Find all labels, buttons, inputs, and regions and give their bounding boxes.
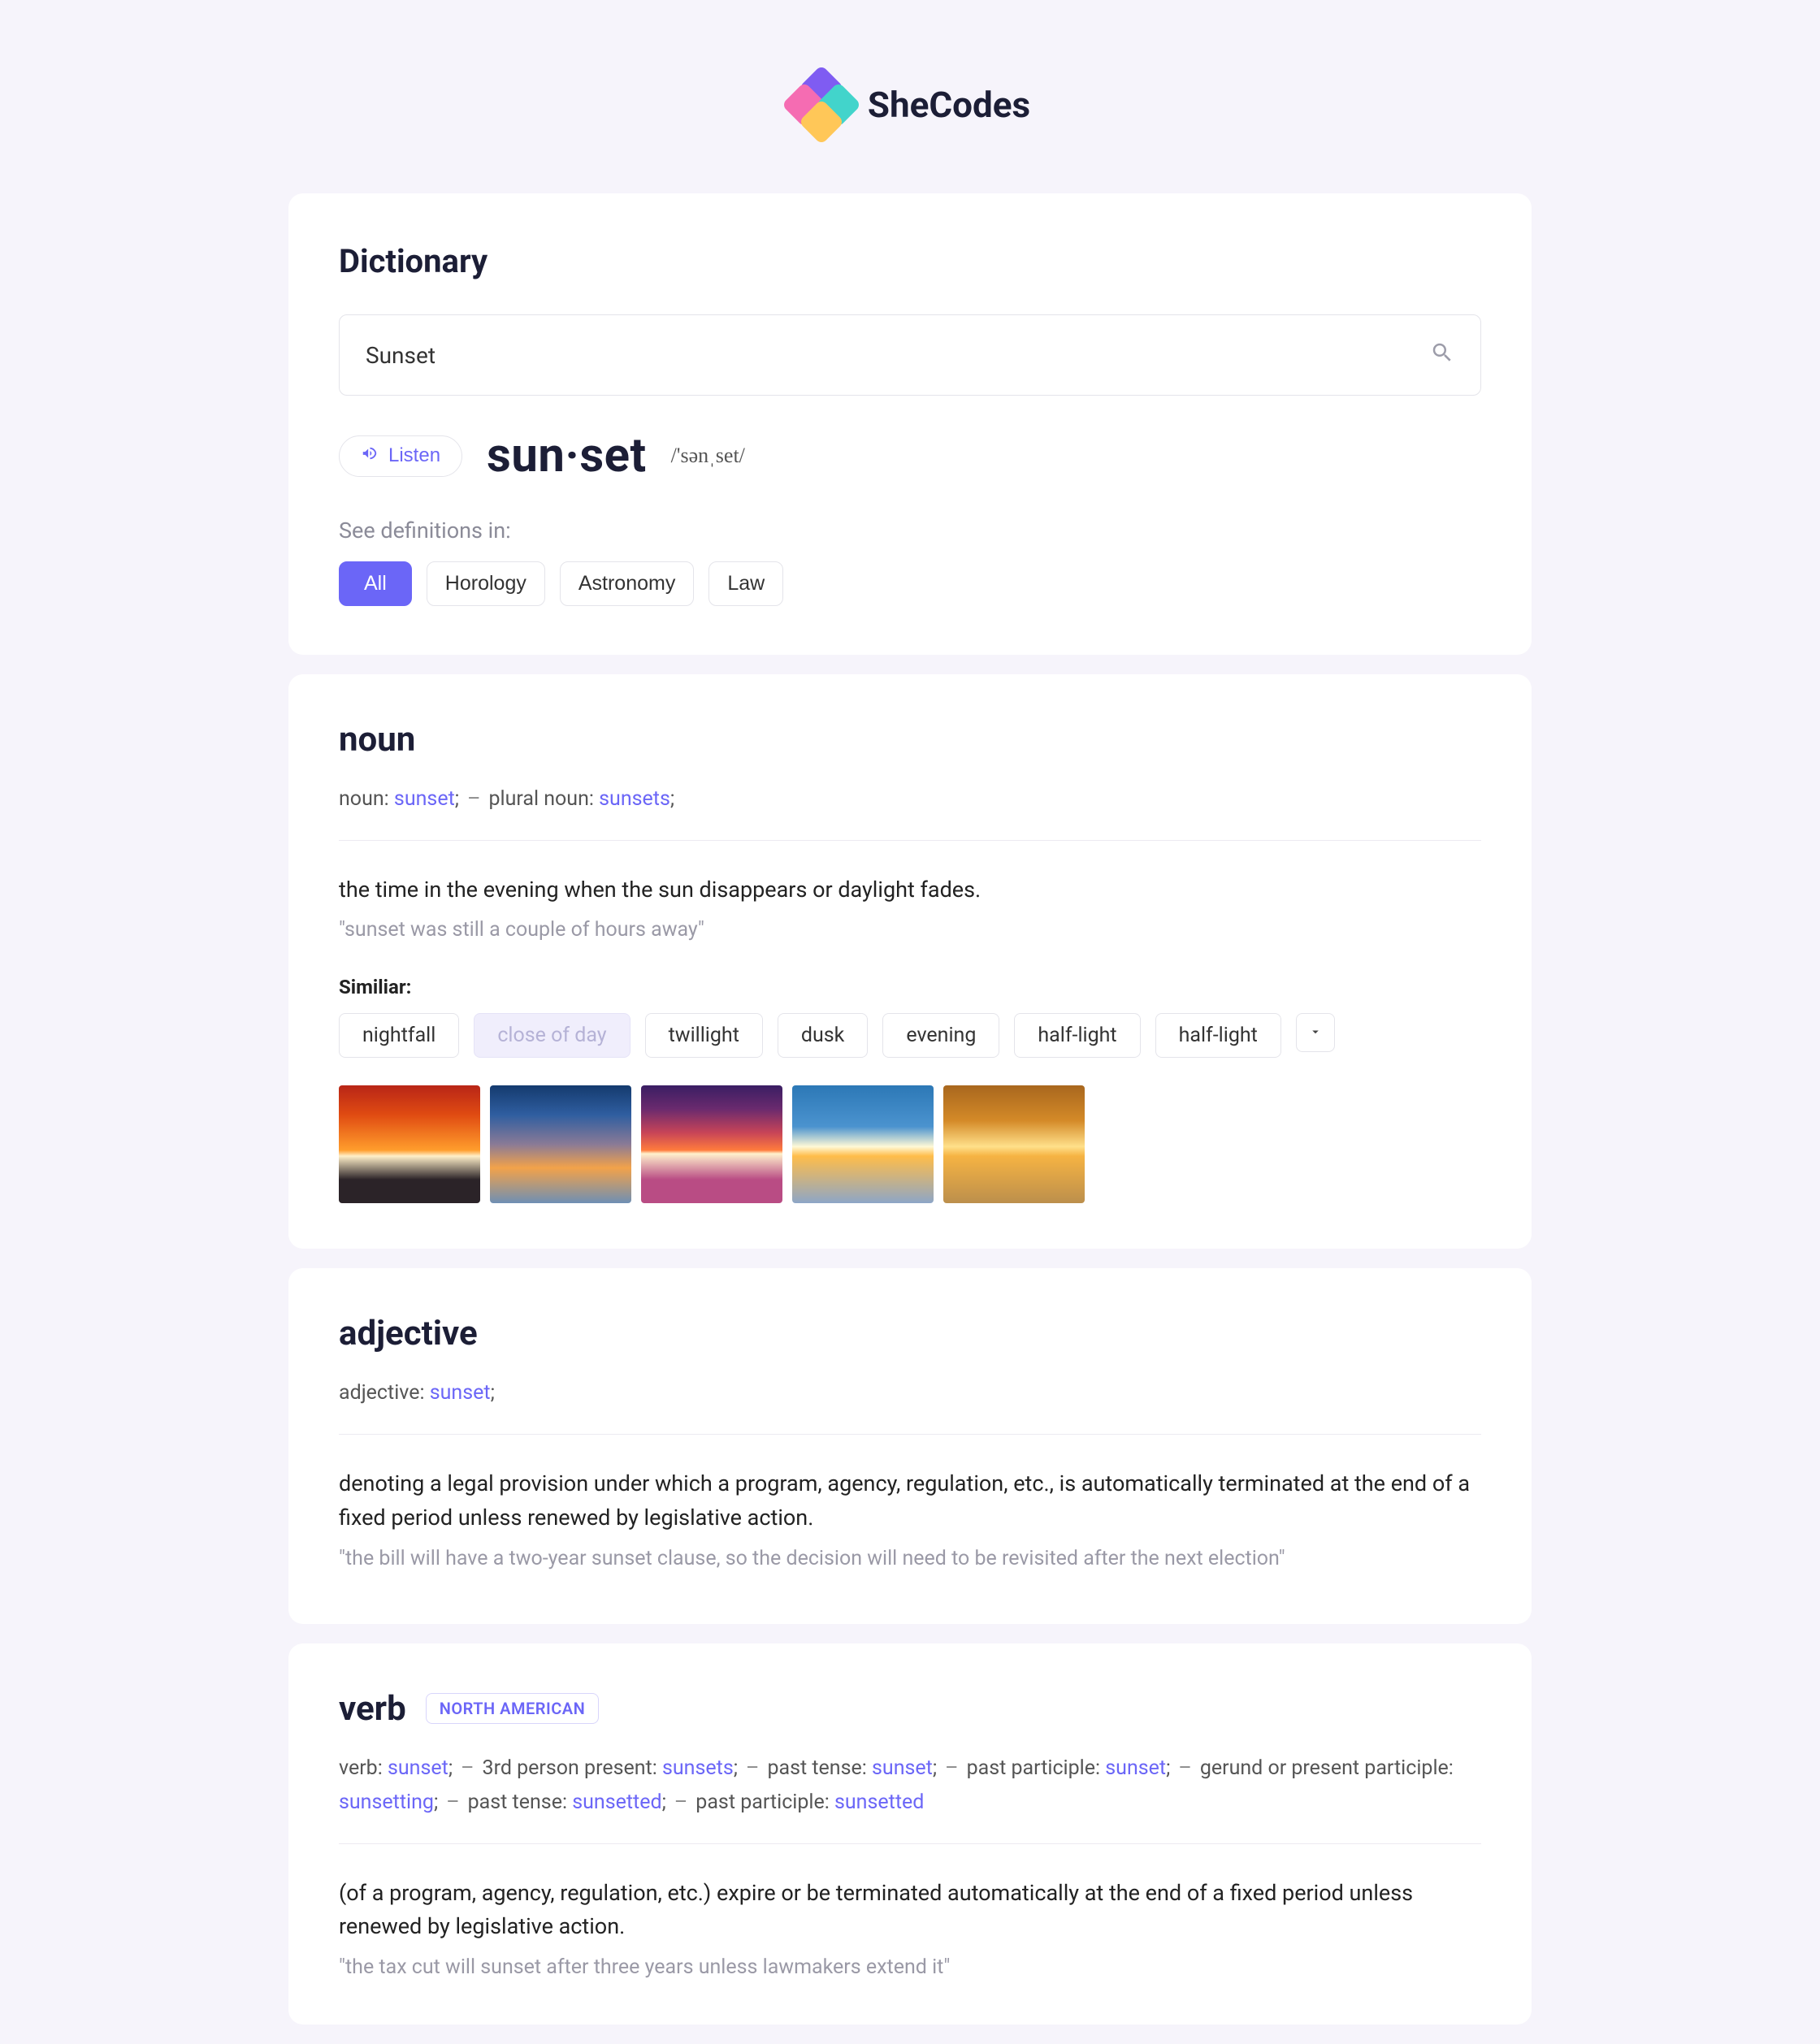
noun-forms: noun: sunset;–plural noun: sunsets; xyxy=(339,782,1481,817)
category-pill-horology[interactable]: Horology xyxy=(427,561,545,606)
form-suffix: ; xyxy=(662,1791,666,1814)
form-value: sunset xyxy=(872,1756,933,1780)
noun-card: noun noun: sunset;–plural noun: sunsets;… xyxy=(288,674,1532,1249)
form-suffix: ; xyxy=(933,1756,937,1780)
listen-label: Listen xyxy=(388,444,440,467)
similar-chip[interactable]: half-light xyxy=(1014,1013,1140,1058)
brand: SheCodes xyxy=(790,73,1030,136)
separator: – xyxy=(461,1756,474,1780)
adjective-card: adjective adjective: sunset; denoting a … xyxy=(288,1268,1532,1623)
adjective-heading: adjective xyxy=(339,1314,1481,1353)
sunset-image-1[interactable] xyxy=(339,1085,480,1203)
divider xyxy=(339,840,1481,841)
form-suffix: ; xyxy=(455,787,459,811)
headword: sun·set xyxy=(487,428,647,483)
region-tag: NORTH AMERICAN xyxy=(426,1693,600,1724)
form-label: gerund or present participle: xyxy=(1200,1756,1454,1780)
similar-chip[interactable]: nightfall xyxy=(339,1013,459,1058)
separator: – xyxy=(467,787,480,811)
form-value: sunset xyxy=(388,1756,448,1780)
adjective-definition: denoting a legal provision under which a… xyxy=(339,1467,1481,1535)
form-label: noun: xyxy=(339,787,394,811)
similar-chip[interactable]: half-light xyxy=(1155,1013,1281,1058)
sunset-image-3[interactable] xyxy=(641,1085,782,1203)
similar-row: nightfall close of day twillight dusk evenin… xyxy=(339,1013,1481,1058)
form-label: 3rd person present: xyxy=(483,1756,662,1780)
form-label: verb: xyxy=(339,1756,388,1780)
divider xyxy=(339,1434,1481,1435)
pos-title-adjective: adjective xyxy=(339,1314,478,1353)
brand-name: SheCodes xyxy=(868,84,1030,126)
form-value: sunsetted xyxy=(572,1791,661,1814)
show-more-similar[interactable] xyxy=(1296,1013,1335,1052)
form-value: sunset xyxy=(430,1381,491,1405)
form-label: past tense: xyxy=(767,1756,872,1780)
listen-button[interactable]: Listen xyxy=(339,435,462,477)
form-suffix: ; xyxy=(491,1381,495,1405)
similar-chip[interactable]: close of day xyxy=(474,1013,630,1058)
phonetic: /'sənˌset/ xyxy=(671,444,745,468)
similar-label: Similiar: xyxy=(339,976,1481,998)
noun-example: "sunset was still a couple of hours away… xyxy=(339,918,1481,942)
form-value: sunsets xyxy=(599,787,670,811)
verb-heading: verb NORTH AMERICAN xyxy=(339,1689,1481,1729)
form-suffix: ; xyxy=(670,787,674,811)
similar-block: Similiar: nightfall close of day twillight… xyxy=(339,976,1481,1058)
divider xyxy=(339,1843,1481,1844)
verb-card: verb NORTH AMERICAN verb: sunset;–3rd pe… xyxy=(288,1643,1532,2025)
verb-example: "the tax cut will sunset after three yea… xyxy=(339,1955,1481,1979)
separator: – xyxy=(746,1756,759,1780)
adjective-forms: adjective: sunset; xyxy=(339,1376,1481,1411)
adjective-example: "the bill will have a two-year sunset cl… xyxy=(339,1547,1481,1570)
form-label: plural noun: xyxy=(488,787,599,811)
verb-forms: verb: sunset;–3rd person present: sunset… xyxy=(339,1752,1481,1821)
separator: – xyxy=(1178,1756,1191,1780)
pos-title-noun: noun xyxy=(339,720,415,760)
search-box[interactable] xyxy=(339,314,1481,396)
separator: – xyxy=(446,1791,459,1814)
form-label: past participle: xyxy=(967,1756,1106,1780)
form-value: sunsetted xyxy=(834,1791,924,1814)
search-input[interactable] xyxy=(366,342,1430,369)
sunset-image-2[interactable] xyxy=(490,1085,631,1203)
header-card: Dictionary Listen sun·set /'sənˌset/ See… xyxy=(288,193,1532,655)
form-value: sunset xyxy=(1105,1756,1166,1780)
form-label: adjective: xyxy=(339,1381,430,1405)
sunset-image-4[interactable] xyxy=(792,1085,934,1203)
category-pill-astronomy[interactable]: Astronomy xyxy=(560,561,694,606)
verb-definition: (of a program, agency, regulation, etc.)… xyxy=(339,1877,1481,1945)
noun-definition: the time in the evening when the sun dis… xyxy=(339,873,1481,907)
search-icon[interactable] xyxy=(1430,340,1454,370)
form-value: sunsets xyxy=(662,1756,734,1780)
form-suffix: ; xyxy=(734,1756,738,1780)
similar-chip[interactable]: evening xyxy=(882,1013,999,1058)
shecodes-logo-icon xyxy=(790,73,853,136)
see-definitions-label: See definitions in: xyxy=(339,517,1481,543)
separator: – xyxy=(945,1756,958,1780)
form-suffix: ; xyxy=(448,1756,453,1780)
form-value: sunset xyxy=(394,787,455,811)
form-label: past participle: xyxy=(696,1791,834,1814)
sunset-image-5[interactable] xyxy=(943,1085,1085,1203)
chevron-down-icon xyxy=(1308,1024,1323,1041)
form-suffix: ; xyxy=(434,1791,438,1814)
speaker-icon xyxy=(361,444,379,468)
page-title: Dictionary xyxy=(339,242,1481,280)
category-pill-law[interactable]: Law xyxy=(708,561,783,606)
listen-row: Listen sun·set /'sənˌset/ xyxy=(339,428,1481,483)
image-row xyxy=(339,1085,1481,1203)
category-pill-all[interactable]: All xyxy=(339,561,412,606)
similar-chip[interactable]: twillight xyxy=(645,1013,763,1058)
pos-title-verb: verb xyxy=(339,1689,406,1729)
noun-heading: noun xyxy=(339,720,1481,760)
form-value: sunsetting xyxy=(339,1791,434,1814)
separator: – xyxy=(674,1791,687,1814)
similar-chip[interactable]: dusk xyxy=(778,1013,868,1058)
form-label: past tense: xyxy=(468,1791,573,1814)
form-suffix: ; xyxy=(1166,1756,1170,1780)
category-row: All Horology Astronomy Law xyxy=(339,561,1481,606)
